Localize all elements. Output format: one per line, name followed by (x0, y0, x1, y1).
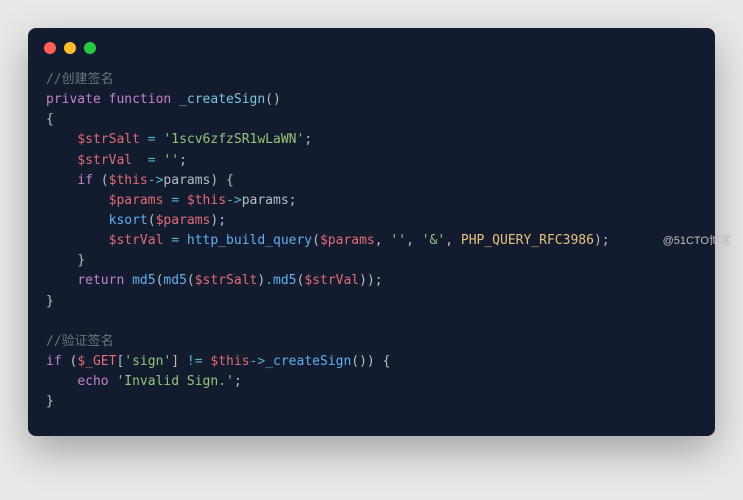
punct: , (375, 233, 391, 248)
variable: $this (210, 354, 249, 369)
maximize-icon[interactable] (84, 42, 96, 54)
operator: = (171, 193, 179, 208)
operator: . (265, 273, 273, 288)
punct: ) (257, 273, 265, 288)
property: params (163, 173, 210, 188)
string: '&' (422, 233, 445, 248)
operator: != (187, 354, 203, 369)
operator: = (148, 132, 156, 147)
code-block: //创建签名 private function _createSign() { … (28, 56, 715, 436)
punct: ( (312, 233, 320, 248)
operator: = (171, 233, 179, 248)
comment: //验证签名 (46, 334, 114, 349)
punct: () (265, 92, 281, 107)
variable: $this (187, 193, 226, 208)
watermark: @51CTO博客 (663, 232, 731, 248)
constant: PHP_QUERY_RFC3986 (461, 233, 594, 248)
punct: ) { (210, 173, 233, 188)
string: '' (390, 233, 406, 248)
variable: $strVal (109, 233, 164, 248)
variable: $_GET (77, 354, 116, 369)
punct: ; (179, 153, 187, 168)
keyword-echo: echo (77, 374, 108, 389)
punct: ( (148, 213, 156, 228)
keyword-if: if (46, 354, 62, 369)
variable: $params (156, 213, 211, 228)
operator: = (148, 153, 156, 168)
operator: -> (226, 193, 242, 208)
function-call: md5 (273, 273, 296, 288)
variable: $params (320, 233, 375, 248)
variable: $strVal (304, 273, 359, 288)
function-call: http_build_query (187, 233, 312, 248)
titlebar (28, 28, 715, 56)
brace: } (46, 294, 54, 309)
keyword-function: function (109, 92, 172, 107)
brace: } (77, 253, 85, 268)
punct: )); (359, 273, 382, 288)
punct: ; (234, 374, 242, 389)
keyword-return: return (77, 273, 124, 288)
string: 'Invalid Sign.' (116, 374, 233, 389)
function-call: _createSign (265, 354, 351, 369)
minimize-icon[interactable] (64, 42, 76, 54)
punct: ( (187, 273, 195, 288)
punct: , (445, 233, 461, 248)
variable: $strSalt (77, 132, 140, 147)
variable: $strSalt (195, 273, 258, 288)
function-call: md5 (132, 273, 155, 288)
property: params (242, 193, 289, 208)
operator: -> (250, 354, 266, 369)
variable: $strVal (77, 153, 132, 168)
punct: ; (289, 193, 297, 208)
keyword-private: private (46, 92, 101, 107)
comment: //创建签名 (46, 72, 114, 87)
variable: $this (109, 173, 148, 188)
function-name: _createSign (179, 92, 265, 107)
string: '1scv6zfzSR1wLaWN' (163, 132, 304, 147)
brace: } (46, 394, 54, 409)
function-call: ksort (109, 213, 148, 228)
punct: ] (171, 354, 187, 369)
keyword-if: if (77, 173, 93, 188)
string: 'sign' (124, 354, 171, 369)
punct: ); (210, 213, 226, 228)
punct: ( (101, 173, 109, 188)
punct: ()) { (351, 354, 390, 369)
punct: ); (594, 233, 610, 248)
terminal-window: //创建签名 private function _createSign() { … (28, 28, 715, 436)
function-call: md5 (163, 273, 186, 288)
punct: ; (304, 132, 312, 147)
brace: { (46, 112, 54, 127)
punct: , (406, 233, 422, 248)
operator: -> (148, 173, 164, 188)
close-icon[interactable] (44, 42, 56, 54)
string: '' (163, 153, 179, 168)
variable: $params (109, 193, 164, 208)
